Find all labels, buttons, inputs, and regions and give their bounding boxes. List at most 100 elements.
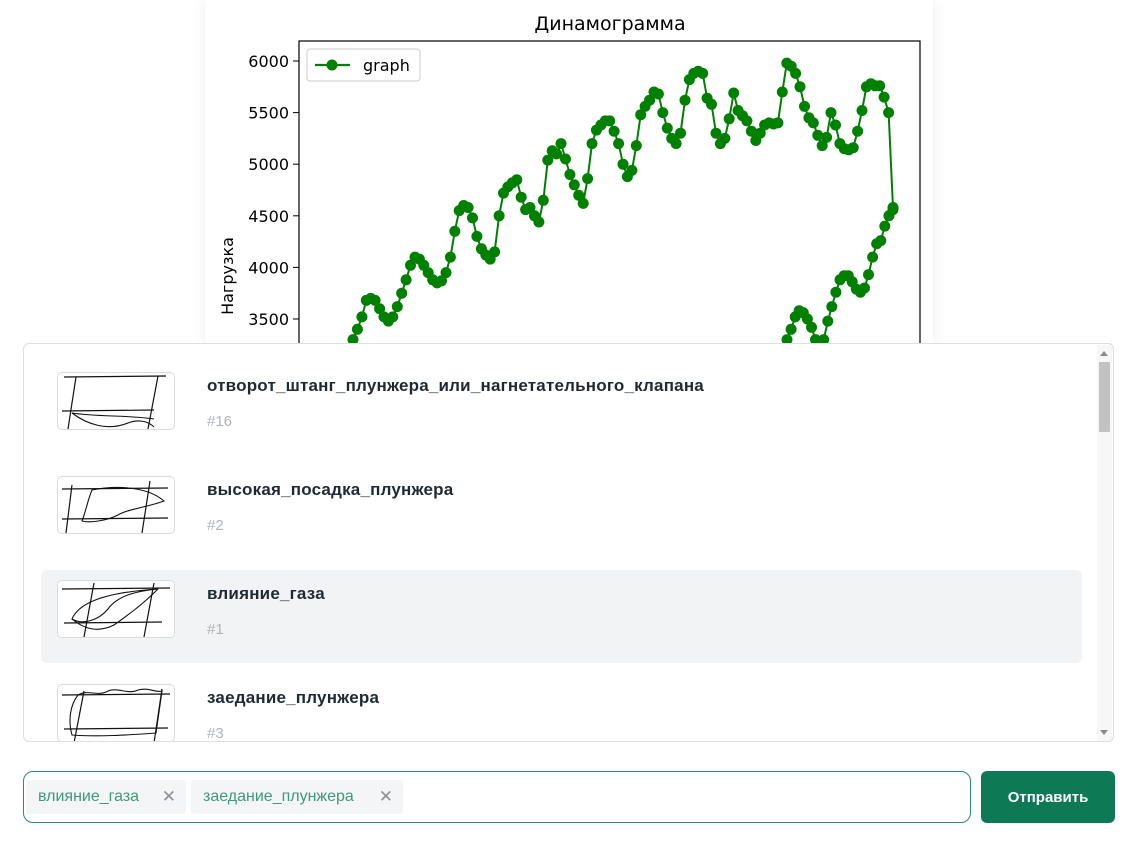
data-point bbox=[564, 169, 576, 180]
option-id: #3 bbox=[207, 725, 224, 742]
data-point bbox=[657, 107, 669, 119]
data-point bbox=[887, 204, 899, 216]
data-point bbox=[859, 282, 870, 294]
option-item[interactable]: отворот_штанг_плунжера_или_нагнетательно… bbox=[41, 362, 1082, 455]
data-point bbox=[515, 191, 527, 203]
selected-tag: заедание_плунжера ✕ bbox=[191, 780, 403, 814]
tag-label: влияние_газа bbox=[38, 788, 140, 805]
data-point bbox=[604, 115, 616, 127]
option-item[interactable]: высокая_посадка_плунжера #2 bbox=[41, 466, 1082, 559]
data-point bbox=[444, 251, 456, 263]
data-point bbox=[391, 301, 403, 313]
option-title: влияние_газа bbox=[207, 584, 325, 603]
y-tick-label: 4000 bbox=[248, 258, 289, 277]
tag-label: заедание_плунжера bbox=[203, 788, 354, 805]
y-axis-label: Нагрузка bbox=[218, 237, 237, 315]
data-point bbox=[617, 158, 629, 170]
tag-remove-icon[interactable]: ✕ bbox=[162, 780, 176, 814]
data-point bbox=[856, 105, 868, 116]
diagnosis-option-list: отворот_штанг_плунжера_или_нагнетательно… bbox=[24, 344, 1113, 742]
tag-remove-icon[interactable]: ✕ bbox=[379, 780, 393, 814]
data-point bbox=[560, 153, 571, 165]
dynamogram-high-plunger-icon bbox=[57, 476, 175, 534]
dynamogram-plunger-sticking-icon bbox=[57, 684, 175, 741]
data-point bbox=[440, 267, 452, 279]
legend-label: graph bbox=[363, 56, 410, 75]
data-point bbox=[351, 323, 363, 335]
data-point bbox=[608, 125, 620, 137]
option-id: #2 bbox=[207, 517, 224, 534]
data-point bbox=[387, 311, 399, 323]
dynamogram-rod-break-icon bbox=[57, 372, 175, 430]
list-scrollbar[interactable] bbox=[1097, 345, 1112, 741]
data-point bbox=[790, 67, 802, 79]
data-point bbox=[852, 125, 864, 137]
data-point bbox=[586, 138, 598, 150]
plot-frame bbox=[298, 40, 921, 345]
data-point bbox=[867, 251, 879, 263]
data-point bbox=[874, 80, 886, 92]
chart-title: Динамограмма bbox=[534, 13, 685, 35]
data-point bbox=[533, 216, 545, 228]
scrollbar-thumb[interactable] bbox=[1099, 362, 1110, 432]
diagnosis-dropdown[interactable]: отворот_штанг_плунжера_или_нагнетательно… bbox=[23, 343, 1114, 742]
data-point bbox=[489, 246, 501, 258]
data-point bbox=[467, 212, 478, 224]
dynamogram-chart: Динамограмма Нагрузка 6000 5500 5000 4500 40… bbox=[218, 13, 921, 345]
y-tick-label: 6000 bbox=[248, 52, 289, 71]
data-point bbox=[826, 301, 838, 313]
option-item[interactable]: заедание_плунжера #3 bbox=[41, 674, 1082, 742]
selected-tag: влияние_газа ✕ bbox=[26, 780, 186, 814]
data-point bbox=[863, 269, 874, 281]
data-point bbox=[675, 127, 686, 139]
data-point bbox=[706, 98, 717, 110]
dynamogram-gas-influence-icon bbox=[57, 580, 175, 638]
data-point bbox=[847, 142, 859, 154]
data-point bbox=[577, 197, 589, 209]
option-item[interactable]: влияние_газа #1 bbox=[41, 570, 1082, 663]
data-point bbox=[741, 115, 753, 127]
data-point bbox=[830, 119, 841, 131]
data-point bbox=[772, 117, 784, 129]
y-tick-label: 5000 bbox=[248, 155, 289, 174]
data-point bbox=[471, 230, 483, 242]
data-point bbox=[661, 122, 673, 134]
data-point bbox=[652, 88, 664, 100]
data-point bbox=[794, 81, 806, 93]
data-point bbox=[493, 210, 505, 222]
data-point bbox=[825, 107, 837, 119]
option-title: заедание_плунжера bbox=[207, 688, 380, 707]
data-point bbox=[511, 174, 523, 186]
data-point bbox=[776, 86, 788, 98]
series-graph bbox=[347, 57, 899, 345]
data-point bbox=[449, 225, 461, 237]
data-point bbox=[879, 220, 891, 232]
scroll-up-arrow-icon[interactable] bbox=[1100, 351, 1108, 356]
selected-tags-input[interactable]: влияние_газа ✕ заедание_плунжера ✕ bbox=[23, 771, 971, 823]
submit-button[interactable]: Отправить bbox=[981, 771, 1115, 823]
data-point bbox=[679, 94, 691, 106]
data-point bbox=[555, 138, 567, 150]
data-point bbox=[821, 131, 833, 143]
data-point bbox=[807, 117, 819, 129]
y-tick-label: 4500 bbox=[248, 207, 289, 226]
data-point bbox=[723, 113, 735, 125]
data-point bbox=[875, 235, 887, 247]
data-point bbox=[785, 323, 797, 335]
option-title: высокая_посадка_плунжера bbox=[207, 480, 454, 499]
y-tick-group: 6000 5500 5000 4500 4000 3500 bbox=[248, 52, 299, 329]
data-point bbox=[697, 67, 709, 79]
data-point bbox=[670, 138, 682, 150]
data-point bbox=[537, 194, 549, 206]
data-point bbox=[728, 87, 740, 99]
chart-card: Динамограмма Нагрузка 6000 5500 5000 4500 40… bbox=[205, 0, 933, 345]
data-point bbox=[613, 138, 625, 150]
data-point bbox=[830, 286, 842, 298]
data-point bbox=[462, 202, 474, 213]
scroll-down-arrow-icon[interactable] bbox=[1100, 730, 1108, 735]
data-point bbox=[799, 100, 810, 112]
option-title: отворот_штанг_плунжера_или_нагнетательно… bbox=[207, 376, 704, 395]
data-point bbox=[568, 179, 580, 191]
option-id: #16 bbox=[207, 413, 233, 430]
option-id: #1 bbox=[207, 621, 224, 638]
